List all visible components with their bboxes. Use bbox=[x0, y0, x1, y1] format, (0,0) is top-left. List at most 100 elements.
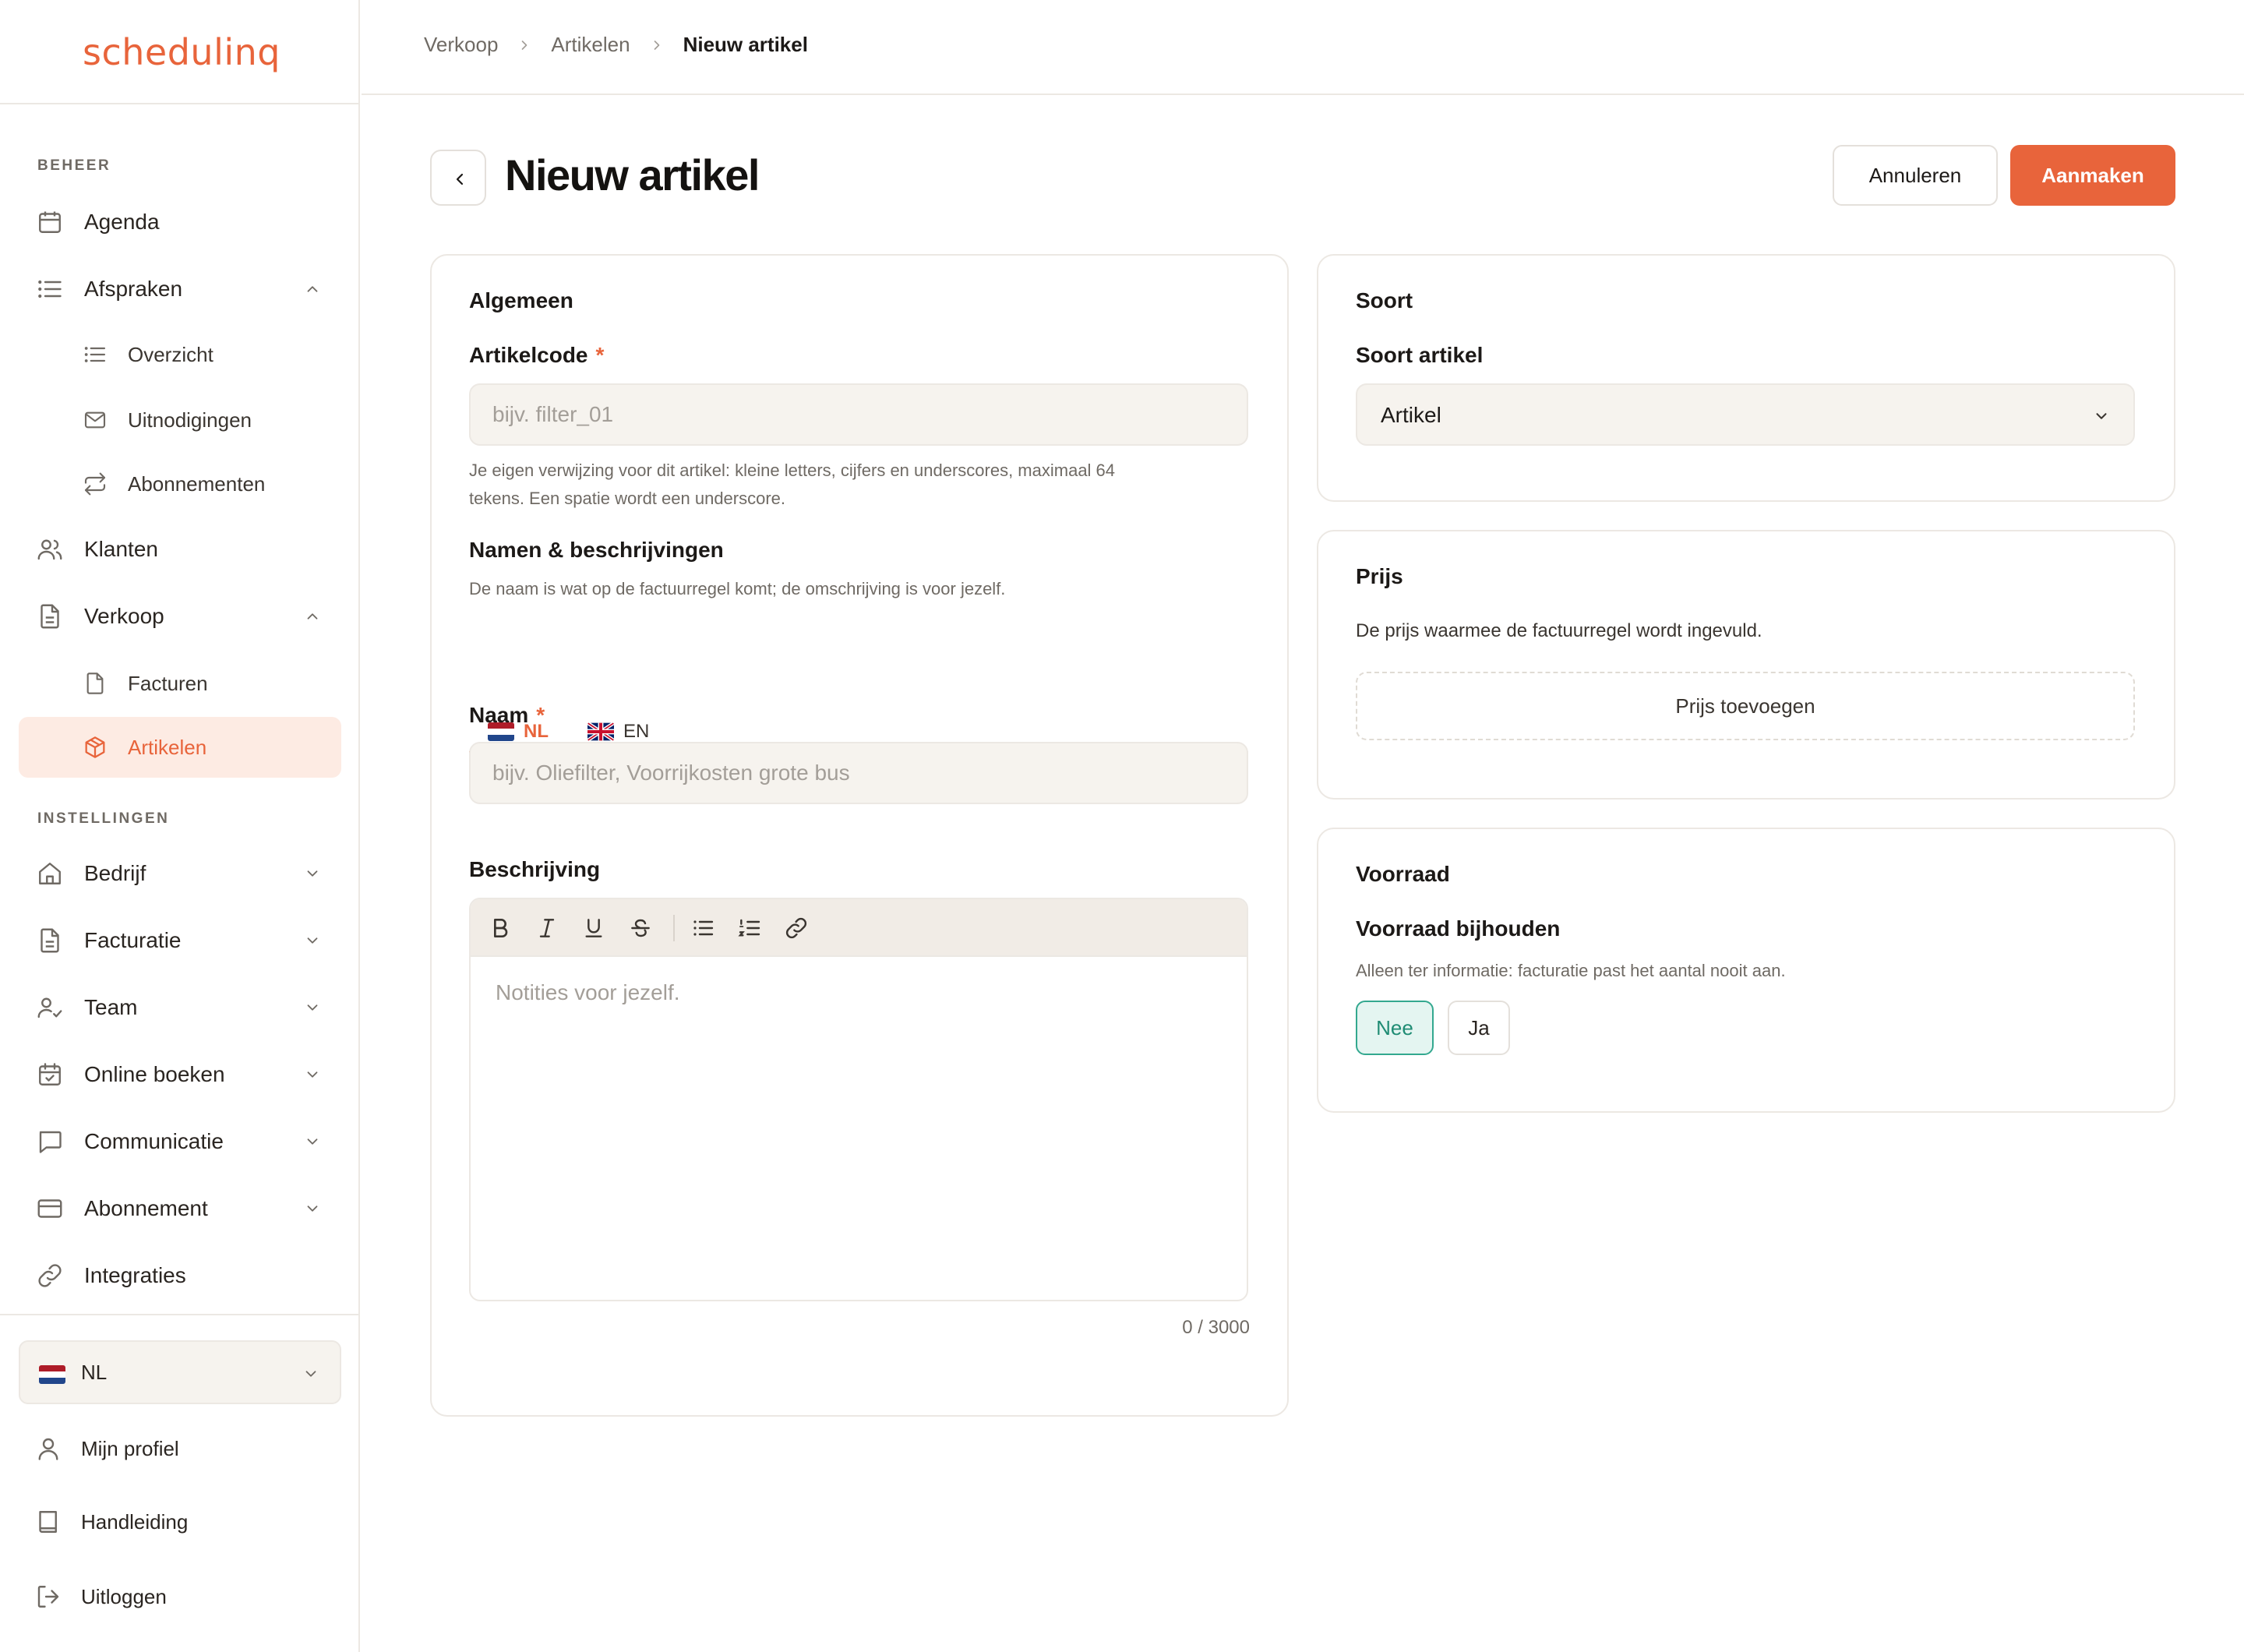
book-icon bbox=[34, 1508, 62, 1536]
breadcrumb-item-current: Nieuw artikel bbox=[683, 33, 808, 56]
article-code-label: Artikelcode * bbox=[469, 343, 604, 368]
sidebar-item-company[interactable]: Bedrijf bbox=[19, 843, 341, 904]
package-icon bbox=[83, 735, 108, 760]
user-icon bbox=[34, 1435, 62, 1463]
tab-label: EN bbox=[623, 721, 650, 742]
strikethrough-icon[interactable] bbox=[628, 916, 653, 941]
sidebar-item-subscriptions[interactable]: Abonnementen bbox=[19, 454, 341, 514]
breadcrumb-item-sales[interactable]: Verkoop bbox=[424, 33, 498, 57]
language-select[interactable]: NL bbox=[19, 1340, 341, 1404]
article-type-select[interactable]: Artikel bbox=[1356, 383, 2135, 446]
label-text: Naam bbox=[469, 703, 529, 727]
card-title: Algemeen bbox=[469, 288, 573, 312]
sidebar-item-label: Facturatie bbox=[84, 928, 182, 952]
list-icon bbox=[36, 275, 64, 303]
chevron-up-icon bbox=[304, 281, 321, 298]
chevron-down-icon bbox=[302, 1365, 319, 1382]
credit-card-icon bbox=[36, 1195, 64, 1223]
app-logo[interactable]: schedulinq bbox=[83, 31, 280, 78]
general-card: Algemeen Artikelcode * Je eigen verwijzin… bbox=[430, 254, 1289, 1417]
chevron-down-icon bbox=[304, 1133, 321, 1150]
sidebar-item-invitations[interactable]: Uitnodigingen bbox=[19, 390, 341, 450]
price-help: De prijs waarmee de factuurregel wordt i… bbox=[1356, 620, 1762, 641]
numbered-list-icon[interactable] bbox=[737, 916, 762, 941]
sidebar-item-label: Artikelen bbox=[128, 735, 207, 759]
add-price-button[interactable]: Prijs toevoegen bbox=[1356, 672, 2135, 740]
sidebar-item-label: Overzicht bbox=[128, 342, 213, 366]
sidebar-divider bbox=[0, 1314, 358, 1315]
char-counter: 0 / 3000 bbox=[1182, 1317, 1250, 1338]
sidebar-item-invoices[interactable]: Facturen bbox=[19, 653, 341, 714]
name-label: Naam * bbox=[469, 703, 545, 728]
document-icon bbox=[36, 927, 64, 955]
chevron-down-icon bbox=[304, 865, 321, 882]
sidebar-item-manual[interactable]: Handleiding bbox=[19, 1491, 341, 1552]
sidebar-item-label: Communicatie bbox=[84, 1129, 224, 1153]
breadcrumb-item-articles[interactable]: Artikelen bbox=[551, 33, 630, 57]
article-code-input[interactable] bbox=[469, 383, 1248, 446]
select-value: Artikel bbox=[1381, 403, 1441, 427]
sidebar-item-profile[interactable]: Mijn profiel bbox=[19, 1418, 341, 1479]
italic-icon[interactable] bbox=[535, 916, 559, 941]
article-type-label: Soort artikel bbox=[1356, 343, 1484, 367]
sidebar-item-appointments[interactable]: Afspraken bbox=[19, 259, 341, 319]
sidebar-item-articles[interactable]: Artikelen bbox=[19, 717, 341, 778]
chevron-down-icon bbox=[304, 932, 321, 949]
sidebar-item-integrations[interactable]: Integraties bbox=[19, 1245, 341, 1306]
description-label: Beschrijving bbox=[469, 857, 601, 881]
stock-yes-button[interactable]: Ja bbox=[1448, 1001, 1510, 1055]
link-icon[interactable] bbox=[784, 916, 809, 941]
name-input[interactable] bbox=[469, 742, 1248, 804]
sidebar-item-label: Integraties bbox=[84, 1263, 186, 1287]
breadcrumb: Verkoop Artikelen Nieuw artikel bbox=[424, 33, 808, 57]
bold-icon[interactable] bbox=[488, 916, 513, 941]
sidebar-item-online-booking[interactable]: Online boeken bbox=[19, 1044, 341, 1105]
sidebar-item-customers[interactable]: Klanten bbox=[19, 519, 341, 580]
section-label-manage: BEHEER bbox=[37, 157, 111, 174]
chevron-left-icon bbox=[456, 173, 464, 185]
label-text: Artikelcode bbox=[469, 343, 588, 367]
card-title: Prijs bbox=[1356, 564, 1403, 588]
mail-icon bbox=[83, 408, 108, 432]
users-icon bbox=[36, 535, 64, 563]
chevron-down-icon bbox=[2093, 408, 2110, 425]
create-button[interactable]: Aanmaken bbox=[2010, 145, 2175, 206]
sidebar-item-logout[interactable]: Uitloggen bbox=[19, 1566, 341, 1627]
sidebar-item-label: Bedrijf bbox=[84, 861, 146, 885]
description-textarea[interactable]: Notities voor jezelf. bbox=[471, 957, 1247, 1300]
card-title: Soort bbox=[1356, 288, 1413, 312]
sidebar-item-subscription[interactable]: Abonnement bbox=[19, 1178, 341, 1239]
sidebar-item-label: Uitnodigingen bbox=[128, 408, 252, 432]
type-card: Soort Soort artikel Artikel bbox=[1317, 254, 2175, 502]
sidebar-item-communication[interactable]: Communicatie bbox=[19, 1111, 341, 1172]
sidebar-item-label: Abonnementen bbox=[128, 471, 266, 496]
sidebar-item-label: Team bbox=[84, 995, 138, 1019]
price-card: Prijs De prijs waarmee de factuurregel w… bbox=[1317, 530, 2175, 800]
chevron-up-icon bbox=[304, 608, 321, 625]
flag-nl-icon bbox=[39, 1365, 65, 1384]
stock-no-button[interactable]: Nee bbox=[1356, 1001, 1434, 1055]
track-stock-label: Voorraad bijhouden bbox=[1356, 916, 1561, 941]
track-stock-help: Alleen ter informatie: facturatie past h… bbox=[1356, 961, 1786, 980]
sidebar-item-team[interactable]: Team bbox=[19, 977, 341, 1038]
user-check-icon bbox=[36, 994, 64, 1022]
sidebar-item-label: Uitloggen bbox=[81, 1585, 167, 1608]
names-section-title: Namen & beschrijvingen bbox=[469, 538, 724, 562]
sidebar: schedulinq BEHEER Agenda Afspraken Overz… bbox=[0, 0, 360, 1652]
flag-uk-icon bbox=[587, 722, 614, 741]
underline-icon[interactable] bbox=[581, 916, 606, 941]
cancel-button[interactable]: Annuleren bbox=[1833, 145, 1998, 206]
message-icon bbox=[36, 1128, 64, 1156]
chevron-right-icon bbox=[654, 40, 659, 50]
chevron-down-icon bbox=[304, 999, 321, 1016]
names-help: De naam is wat op de factuurregel komt; … bbox=[469, 579, 1006, 598]
sidebar-item-overview[interactable]: Overzicht bbox=[19, 324, 341, 385]
back-button[interactable] bbox=[430, 150, 486, 206]
article-code-help-line-1: Je eigen verwijzing voor dit artikel: kl… bbox=[469, 461, 1116, 480]
sidebar-item-agenda[interactable]: Agenda bbox=[19, 192, 341, 252]
sidebar-item-invoicing[interactable]: Facturatie bbox=[19, 910, 341, 971]
file-icon bbox=[83, 671, 108, 696]
bullet-list-icon[interactable] bbox=[690, 916, 715, 941]
sidebar-item-sales[interactable]: Verkoop bbox=[19, 586, 341, 647]
chevron-down-icon bbox=[304, 1200, 321, 1217]
